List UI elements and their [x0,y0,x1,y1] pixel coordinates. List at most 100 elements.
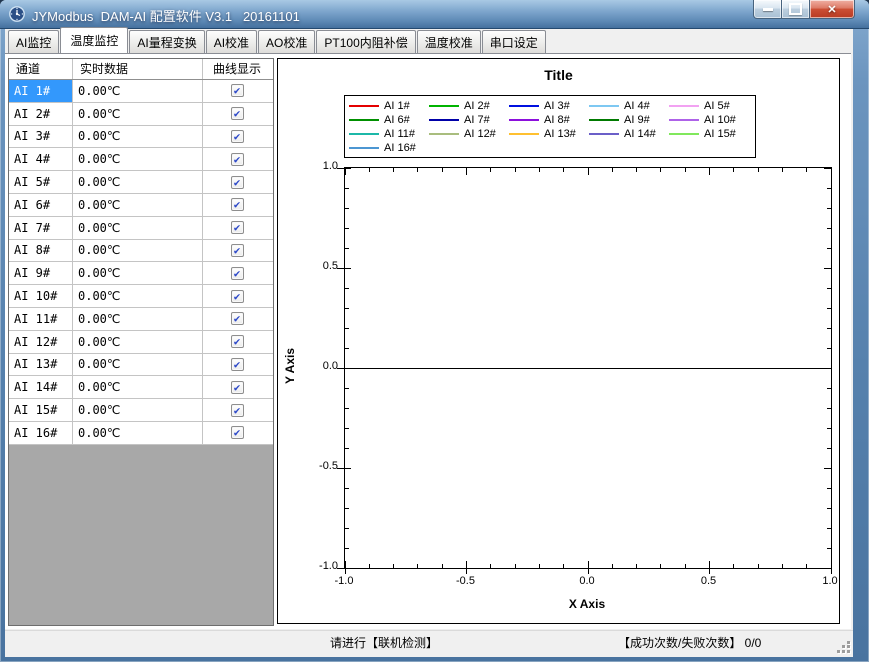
axis-tick [345,328,349,329]
legend-item: AI 15# [669,127,749,140]
axis-tick [827,448,831,449]
title-bar: JYModbus DAM-AI 配置软件 V3.1 20161101 ✕ [0,0,869,29]
axis-tick [709,168,710,175]
legend-item: AI 1# [349,99,429,112]
realtime-value-cell: 0.00℃ [73,126,203,148]
maximize-icon [789,3,802,15]
channel-cell[interactable]: AI 13# [9,354,73,376]
tab-7[interactable]: 温度校准 [417,30,481,54]
axis-tick [827,408,831,409]
curve-checkbox[interactable]: ✔ [231,153,244,166]
curve-checkbox[interactable]: ✔ [231,335,244,348]
channel-cell[interactable]: AI 6# [9,194,73,216]
status-bar: 请进行【联机检测】 【成功次数/失败次数】 0/0 [5,630,853,657]
channel-cell[interactable]: AI 16# [9,422,73,444]
axis-tick [806,564,807,568]
channel-cell[interactable]: AI 4# [9,148,73,170]
curve-checkbox[interactable]: ✔ [231,176,244,189]
window-title: JYModbus DAM-AI 配置软件 V3.1 20161101 [32,6,300,25]
curve-checkbox[interactable]: ✔ [231,130,244,143]
close-button[interactable]: ✕ [809,0,855,19]
legend-line-sample [589,133,619,135]
realtime-value-cell: 0.00℃ [73,376,203,398]
axis-tick [345,428,349,429]
channel-cell[interactable]: AI 12# [9,331,73,353]
axis-tick [393,168,394,172]
table-row: AI 3#0.00℃ ✔ [9,126,273,149]
axis-tick [827,508,831,509]
tab-6[interactable]: PT100内阻补偿 [316,30,415,54]
legend-line-sample [349,133,379,135]
table-row: AI 5#0.00℃✔ [9,171,273,194]
realtime-value-cell: 0.00℃ [73,194,203,216]
axis-tick [442,564,443,568]
tab-1[interactable]: AI监控 [8,30,59,54]
curve-display-cell: ✔ [203,240,271,262]
curve-checkbox[interactable]: ✔ [231,244,244,257]
channel-cell[interactable]: AI 15# [9,399,73,421]
axis-tick [345,508,349,509]
axis-tick [345,388,349,389]
curve-checkbox[interactable]: ✔ [231,267,244,280]
channel-cell[interactable]: AI 1# [9,80,73,102]
legend-line-sample [349,105,379,107]
axis-tick [345,348,349,349]
realtime-value-cell: 0.00℃ [73,262,203,284]
legend-item: AI 12# [429,127,509,140]
tab-5[interactable]: AO校准 [258,30,315,54]
curve-checkbox[interactable]: ✔ [231,312,244,325]
curve-checkbox[interactable]: ✔ [231,221,244,234]
header-channel: 通道 [9,59,73,79]
channel-cell[interactable]: AI 11# [9,308,73,330]
curve-display-cell: ✔ [203,285,271,307]
channel-cell[interactable]: AI 14# [9,376,73,398]
channel-cell[interactable]: AI 7# [9,217,73,239]
table-row: AI 2#0.00℃✔ [9,103,273,126]
table-row: AI 15#0.00℃✔ [9,399,273,422]
chart-title: Title [278,67,839,83]
curve-checkbox[interactable]: ✔ [231,198,244,211]
legend-line-sample [509,105,539,107]
tab-4[interactable]: AI校准 [206,30,257,54]
legend-line-sample [349,119,379,121]
axis-tick [588,561,589,574]
legend-label: AI 7# [464,114,490,126]
curve-checkbox[interactable]: ✔ [231,404,244,417]
tab-3[interactable]: AI量程变换 [129,30,204,54]
tab-8[interactable]: 串口设定 [482,30,546,54]
legend-label: AI 5# [704,100,730,112]
legend-item: AI 8# [509,113,589,126]
curve-checkbox[interactable]: ✔ [231,84,244,97]
close-icon: ✕ [827,3,836,16]
channel-cell[interactable]: AI 8# [9,240,73,262]
axis-tick [806,168,807,172]
axis-tick [733,564,734,568]
realtime-value-cell: 0.00℃ [73,285,203,307]
legend-label: AI 15# [704,128,736,140]
channel-cell[interactable]: AI 3# [9,126,73,148]
curve-checkbox[interactable]: ✔ [231,426,244,439]
legend-label: AI 1# [384,100,410,112]
table-row: AI 13#0.00℃✔ [9,354,273,377]
x-tick-label: 0.5 [687,575,731,587]
axis-tick [466,561,467,574]
legend-item: AI 7# [429,113,509,126]
resize-grip[interactable] [838,641,850,653]
axis-tick [685,564,686,568]
y-axis-title: Y Axis [283,311,297,421]
curve-checkbox[interactable]: ✔ [231,358,244,371]
axis-tick [337,268,351,269]
axis-tick [831,168,832,175]
legend-line-sample [429,105,459,107]
curve-checkbox[interactable]: ✔ [231,290,244,303]
channel-cell[interactable]: AI 9# [9,262,73,284]
tab-2[interactable]: 温度监控 [60,27,128,53]
curve-checkbox[interactable]: ✔ [231,107,244,120]
channel-cell[interactable]: AI 5# [9,171,73,193]
axis-tick [758,168,759,172]
maximize-button[interactable] [782,0,809,19]
channel-cell[interactable]: AI 2# [9,103,73,125]
channel-cell[interactable]: AI 10# [9,285,73,307]
minimize-button[interactable] [753,0,782,19]
curve-checkbox[interactable]: ✔ [231,381,244,394]
